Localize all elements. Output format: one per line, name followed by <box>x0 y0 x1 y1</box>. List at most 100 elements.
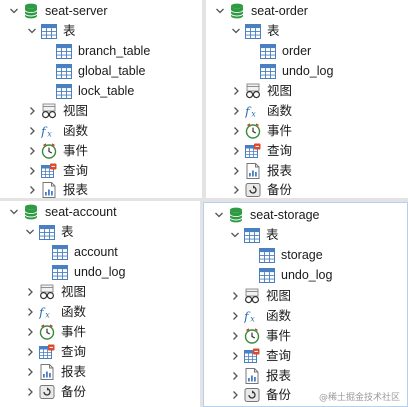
chevron-right-icon[interactable] <box>230 105 242 117</box>
db-node-seat-account[interactable]: seat-account <box>8 202 117 222</box>
function-icon: fx <box>41 123 57 139</box>
chevron-right-icon[interactable] <box>26 184 38 196</box>
chevron-down-icon[interactable] <box>230 25 242 37</box>
node-backups[interactable]: 备份 <box>24 382 86 402</box>
event-icon <box>244 328 260 344</box>
chevron-right-icon[interactable] <box>26 145 38 157</box>
node-queries[interactable]: 查询 <box>24 342 86 362</box>
table-item-undo-log[interactable]: undo_log <box>259 265 332 285</box>
node-events[interactable]: 事件 <box>229 326 291 346</box>
table-item-storage[interactable]: storage <box>259 245 323 265</box>
node-label: 报表 <box>61 365 87 379</box>
node-functions[interactable]: fx 函数 <box>26 121 88 141</box>
chevron-right-icon[interactable] <box>230 85 242 97</box>
panel-seat-server: seat-server 表 branch_table global_table … <box>0 0 202 198</box>
table-icon <box>245 23 261 39</box>
chevron-right-icon[interactable] <box>229 290 241 302</box>
chevron-right-icon[interactable] <box>229 330 241 342</box>
chevron-right-icon[interactable] <box>229 389 241 401</box>
node-reports[interactable]: 报表 <box>230 161 292 181</box>
table-name: order <box>282 44 312 58</box>
chevron-right-icon[interactable] <box>24 346 36 358</box>
db-name: seat-order <box>251 4 308 18</box>
chevron-right-icon[interactable] <box>26 165 38 177</box>
node-events[interactable]: 事件 <box>24 322 86 342</box>
chevron-right-icon[interactable] <box>229 310 241 322</box>
chevron-right-icon[interactable] <box>24 306 36 318</box>
tables-label: 表 <box>61 225 74 239</box>
table-icon <box>56 43 72 59</box>
db-node-seat-server[interactable]: seat-server <box>8 1 108 21</box>
chevron-right-icon[interactable] <box>26 105 38 117</box>
tables-node[interactable]: 表 <box>229 225 279 245</box>
chevron-right-icon[interactable] <box>229 370 241 382</box>
table-name: storage <box>281 248 323 262</box>
table-item-account[interactable]: account <box>52 242 118 262</box>
event-icon <box>39 324 55 340</box>
chevron-right-icon[interactable] <box>230 125 242 137</box>
database-icon <box>229 3 245 19</box>
tables-node[interactable]: 表 <box>230 21 280 41</box>
node-views[interactable]: 视图 <box>26 101 88 121</box>
view-icon <box>245 83 261 99</box>
chevron-down-icon[interactable] <box>229 229 241 241</box>
chevron-down-icon[interactable] <box>8 5 20 17</box>
svg-text:x: x <box>47 129 52 138</box>
tables-node[interactable]: 表 <box>24 222 74 242</box>
node-label: 函数 <box>63 124 89 138</box>
tables-label: 表 <box>267 24 280 38</box>
chevron-down-icon[interactable] <box>24 226 36 238</box>
chevron-right-icon[interactable] <box>230 184 242 196</box>
chevron-down-icon[interactable] <box>26 25 38 37</box>
query-icon <box>39 344 55 360</box>
node-functions[interactable]: fx 函数 <box>24 302 86 322</box>
backup-icon <box>245 182 261 198</box>
node-functions[interactable]: fx 函数 <box>230 101 292 121</box>
chevron-right-icon[interactable] <box>229 350 241 362</box>
chevron-down-icon[interactable] <box>8 206 20 218</box>
chevron-right-icon[interactable] <box>230 145 242 157</box>
node-backups[interactable]: 备份 <box>229 385 291 405</box>
node-reports[interactable]: 报表 <box>229 366 291 386</box>
chevron-down-icon[interactable] <box>213 209 225 221</box>
db-node-seat-order[interactable]: seat-order <box>214 1 308 21</box>
node-reports[interactable]: 报表 <box>26 180 88 198</box>
node-reports[interactable]: 报表 <box>24 362 86 382</box>
node-label: 事件 <box>266 329 292 343</box>
node-views[interactable]: 视图 <box>24 282 86 302</box>
chevron-right-icon[interactable] <box>24 326 36 338</box>
table-item-order[interactable]: order <box>260 41 311 61</box>
chevron-down-icon[interactable] <box>214 5 226 17</box>
tables-node[interactable]: 表 <box>26 21 76 41</box>
view-icon <box>39 284 55 300</box>
chevron-right-icon[interactable] <box>24 366 36 378</box>
chevron-right-icon[interactable] <box>24 386 36 398</box>
db-node-seat-storage[interactable]: seat-storage <box>213 205 319 225</box>
report-icon <box>245 163 261 179</box>
node-queries[interactable]: 查询 <box>229 346 291 366</box>
watermark: @稀土掘金技术社区 <box>318 393 400 403</box>
node-events[interactable]: 事件 <box>230 121 292 141</box>
db-name: seat-account <box>45 205 117 219</box>
node-views[interactable]: 视图 <box>229 286 291 306</box>
node-functions[interactable]: fx 函数 <box>229 306 291 326</box>
chevron-right-icon[interactable] <box>24 286 36 298</box>
node-label: 事件 <box>61 325 87 339</box>
node-backups[interactable]: 备份 <box>230 180 292 198</box>
node-events[interactable]: 事件 <box>26 141 88 161</box>
node-label: 视图 <box>267 84 293 98</box>
chevron-right-icon[interactable] <box>26 125 38 137</box>
node-queries[interactable]: 查询 <box>230 141 292 161</box>
node-queries[interactable]: 查询 <box>26 161 88 181</box>
table-item-lock-table[interactable]: lock_table <box>56 81 134 101</box>
table-item-undo-log[interactable]: undo_log <box>52 262 125 282</box>
tables-label: 表 <box>63 24 76 38</box>
table-item-branch-table[interactable]: branch_table <box>56 41 150 61</box>
node-views[interactable]: 视图 <box>230 81 292 101</box>
database-icon <box>23 3 39 19</box>
chevron-right-icon[interactable] <box>230 165 242 177</box>
table-item-undo-log[interactable]: undo_log <box>260 61 333 81</box>
table-item-global-table[interactable]: global_table <box>56 61 145 81</box>
table-name: branch_table <box>78 44 151 58</box>
report-icon <box>244 368 260 384</box>
